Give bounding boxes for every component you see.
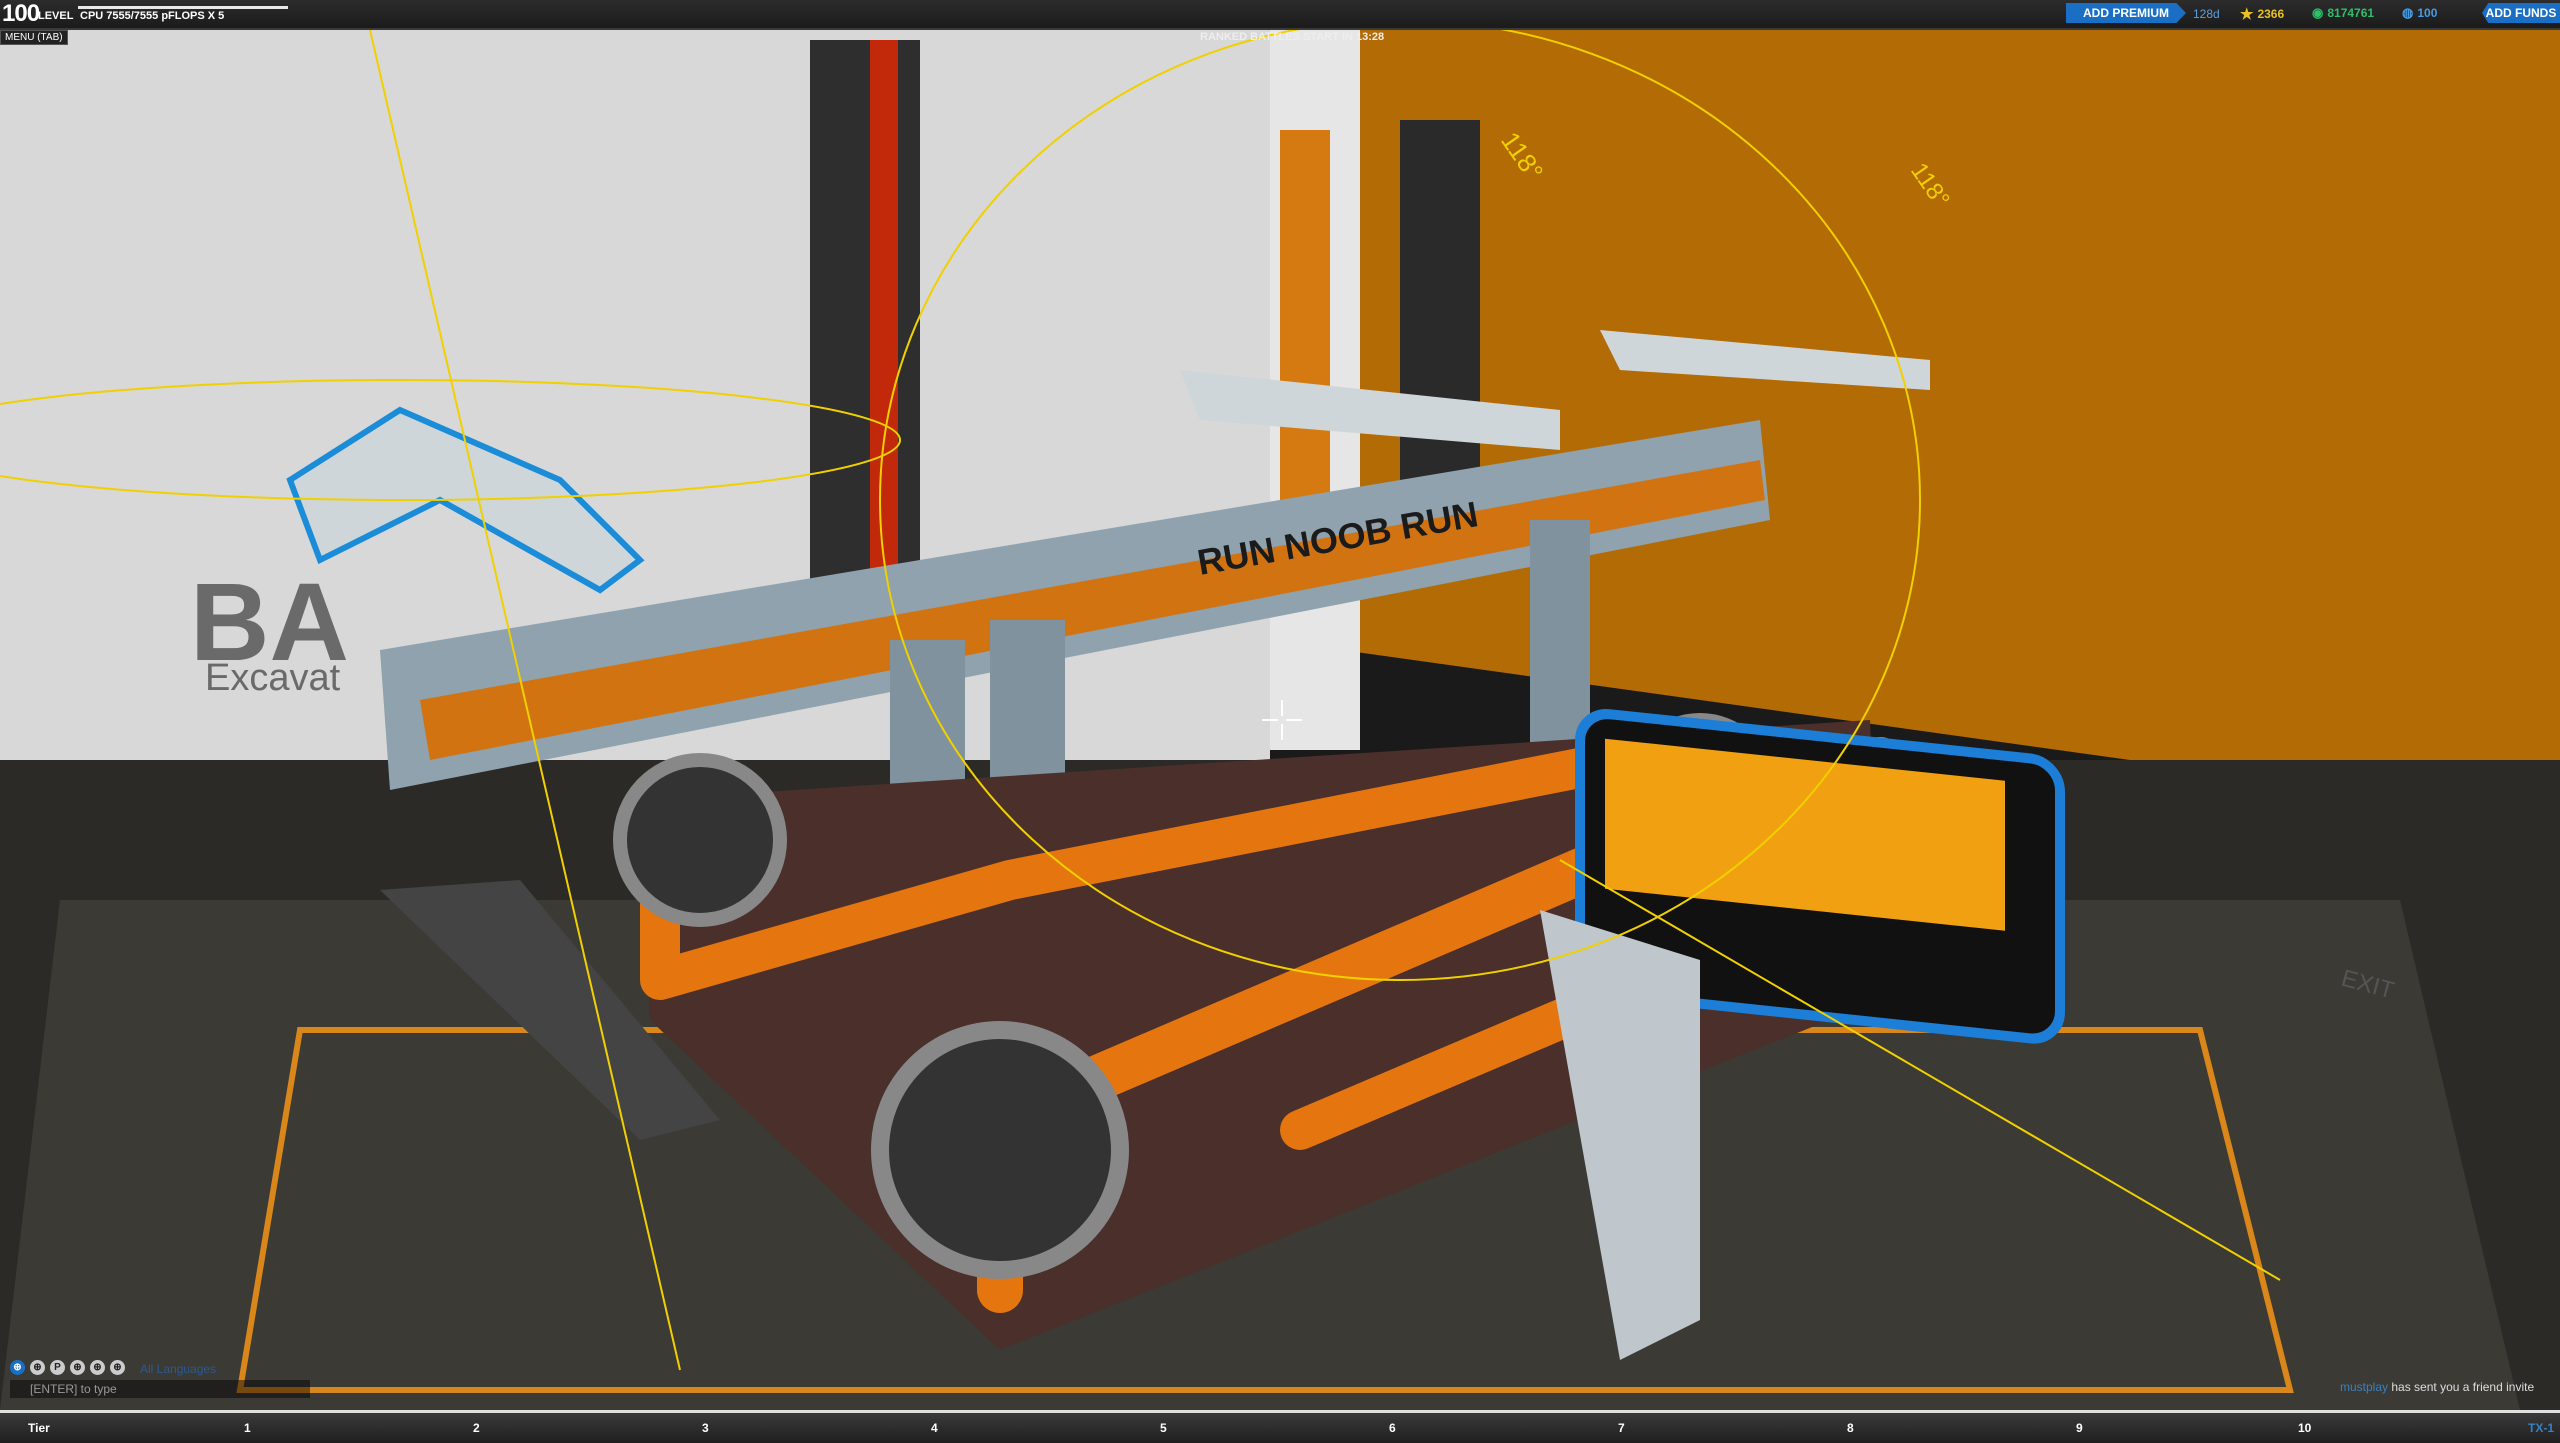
- wall-sign-small: Excavat: [205, 657, 341, 699]
- wheel-back-left: [613, 753, 787, 927]
- level-label: LEVEL: [38, 10, 74, 22]
- add-premium-button[interactable]: ADD PREMIUM: [2066, 3, 2186, 23]
- chat-channel-whisper-icon[interactable]: ⊕: [110, 1360, 125, 1375]
- pillar-left-stripe: [870, 40, 898, 600]
- chat-channel-global-icon[interactable]: ⊕: [10, 1360, 25, 1375]
- star-icon: ★: [2240, 6, 2254, 23]
- player-level: 100: [2, 0, 40, 27]
- chat-channel-friends-icon[interactable]: ⊕: [70, 1360, 85, 1375]
- chat-input[interactable]: [ENTER] to type: [10, 1380, 310, 1398]
- menu-tab-button[interactable]: MENU (TAB): [0, 30, 68, 45]
- cosmetic-stat: ◍ 100: [2402, 5, 2437, 21]
- chat-channel-party-icon[interactable]: P: [50, 1360, 65, 1375]
- tier-tick-7: 7: [1618, 1421, 1625, 1435]
- ranked-countdown: RANKED BATTLES START IN 13:28: [1200, 31, 1385, 43]
- cpu-readout: CPU 7555/7555 pFLOPS X 5: [80, 10, 225, 22]
- crosshair-icon: [1262, 700, 1302, 740]
- premium-days: 128d: [2193, 7, 2220, 21]
- pillar-center-orange: [1280, 130, 1330, 530]
- invite-username[interactable]: mustplay: [2340, 1380, 2388, 1394]
- stars-stat: ★ 2366: [2240, 5, 2284, 23]
- chat-channel-icons: ⊕ ⊕ P ⊕ ⊕ ⊕: [10, 1360, 125, 1375]
- top-hud-bar: 100 LEVEL CPU 7555/7555 pFLOPS X 5 ADD P…: [0, 0, 2560, 30]
- tier-tick-8: 8: [1847, 1421, 1854, 1435]
- cosmetic-icon: ◍: [2402, 5, 2414, 20]
- pillar-right: [1400, 120, 1480, 520]
- add-funds-button[interactable]: ADD FUNDS: [2482, 3, 2560, 23]
- robits-value: 8174761: [2327, 6, 2375, 20]
- tier-tick-2: 2: [473, 1421, 480, 1435]
- tier-tick-10: 10: [2298, 1421, 2312, 1435]
- tier-progress-bar: Tier 1 2 3 4 5 6 7 8 9 10 TX-1: [0, 1410, 2560, 1443]
- tier-label: Tier: [28, 1421, 50, 1435]
- chat-language-select[interactable]: All Languages: [140, 1362, 216, 1376]
- tier-tick-1: 1: [244, 1421, 251, 1435]
- friend-invite-notice[interactable]: mustplay has sent you a friend invite: [2340, 1380, 2534, 1394]
- tier-tick-5: 5: [1160, 1421, 1167, 1435]
- pillar-left: [810, 40, 920, 600]
- cpu-bar: [78, 6, 288, 9]
- current-tier: TX-1: [2527, 1421, 2554, 1435]
- tier-tick-4: 4: [931, 1421, 938, 1435]
- chat-channel-clan-icon[interactable]: ⊕: [90, 1360, 105, 1375]
- wheel-front-left: [871, 1021, 1129, 1279]
- stars-value: 2366: [2257, 7, 2285, 21]
- invite-message: has sent you a friend invite: [2391, 1380, 2535, 1394]
- tier-tick-6: 6: [1389, 1421, 1396, 1435]
- tier-tick-3: 3: [702, 1421, 709, 1435]
- chat-channel-region-icon[interactable]: ⊕: [30, 1360, 45, 1375]
- robits-icon: ◉: [2312, 5, 2324, 20]
- tier-tick-9: 9: [2076, 1421, 2083, 1435]
- robits-stat: ◉ 8174761: [2312, 5, 2374, 21]
- cosmetic-value: 100: [2417, 6, 2438, 20]
